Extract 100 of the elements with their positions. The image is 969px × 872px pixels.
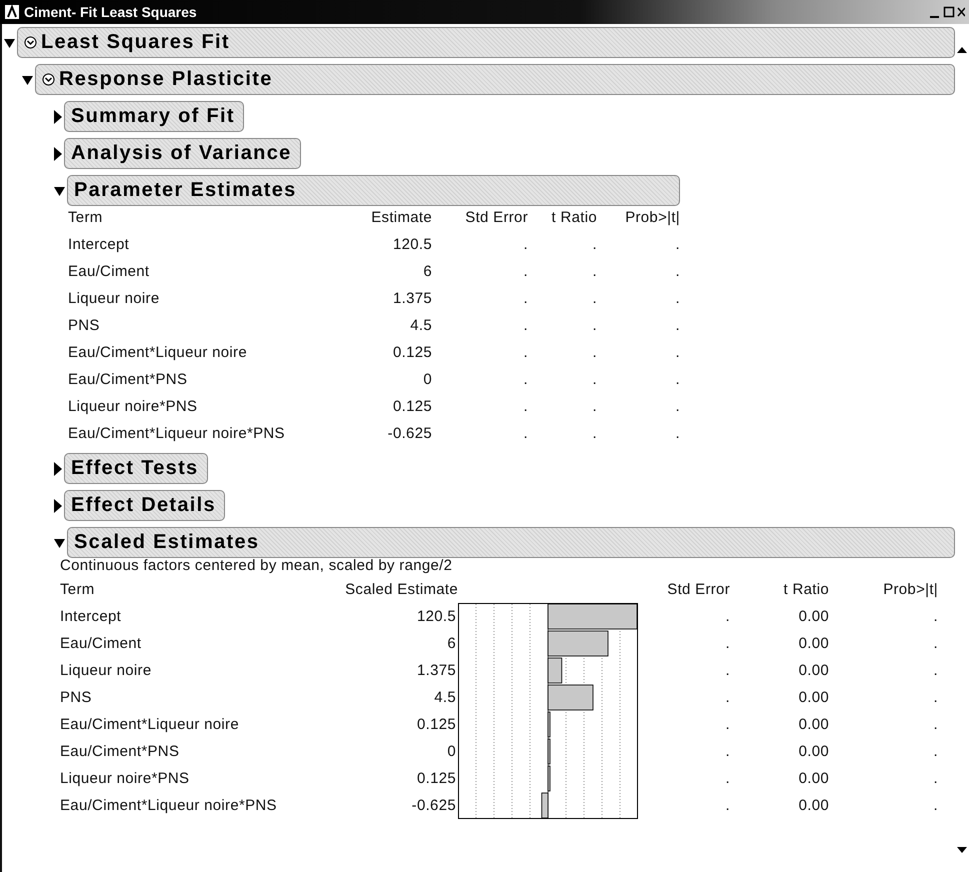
table-cell-text: . [674, 235, 680, 255]
menu-icon[interactable] [42, 73, 55, 86]
app-icon [4, 4, 20, 20]
table-cell-text: 0.125 [416, 715, 457, 735]
outline-header[interactable]: Summary of Fit [64, 101, 244, 132]
collapsed-triangle-icon[interactable] [54, 110, 62, 124]
outline-header[interactable]: Analysis of Variance [64, 138, 301, 169]
table-cell-text: . [592, 397, 597, 417]
table-cell-text: . [724, 742, 730, 762]
table-cell-text: . [592, 424, 597, 444]
table-cell-text: . [932, 796, 938, 816]
collapsed-triangle-icon[interactable] [54, 462, 62, 476]
table-cell-text: . [522, 397, 528, 417]
table-cell-text: . [724, 688, 730, 708]
table-cell-text: 4.5 [433, 688, 457, 708]
table-cell-text: . [674, 262, 680, 282]
table-cell-text: 0.00 [798, 796, 829, 816]
table-cell-text: . [724, 607, 730, 627]
outline-header[interactable]: Response Plasticite [35, 64, 955, 95]
table-cell-text: . [932, 742, 938, 762]
table-cell-text: 1.375 [392, 289, 432, 309]
table-cell-text: Eau/Ciment*PNS [68, 370, 188, 390]
note-text: Continuous factors centered by mean, scaled by range/2 [60, 556, 454, 576]
table-cell-text: 0.00 [798, 634, 829, 654]
table-cell-text: . [522, 289, 528, 309]
outline-header[interactable]: Parameter Estimates [67, 175, 680, 206]
collapsed-triangle-icon[interactable] [54, 498, 62, 512]
table-cell-text: 0.00 [798, 769, 829, 789]
table-cell-text: . [724, 769, 730, 789]
table-cell-text: . [592, 316, 597, 336]
table-cell-text: -0.625 [386, 424, 432, 444]
table-cell-text: . [522, 343, 528, 363]
table-cell-text: . [932, 661, 938, 681]
table-cell-text: Eau/Ciment*Liqueur noire [68, 343, 248, 363]
column-header: Std Error [666, 580, 730, 600]
column-header: Term [60, 580, 96, 600]
table-cell-text: . [674, 343, 680, 363]
table-cell-text: . [674, 424, 680, 444]
table-cell-text: 6 [446, 634, 457, 654]
outline-header[interactable]: Least Squares Fit [17, 27, 955, 58]
table-cell-text: . [592, 370, 597, 390]
table-cell-text: Liqueur noire [68, 289, 160, 309]
menu-icon[interactable] [24, 36, 37, 49]
expanded-triangle-icon[interactable] [4, 38, 15, 48]
table-cell-text: 0.00 [798, 688, 829, 708]
column-header: Term [68, 208, 104, 228]
table-cell-text: . [522, 235, 528, 255]
outline-header[interactable]: Effect Tests [64, 453, 208, 484]
collapsed-triangle-icon[interactable] [54, 146, 62, 160]
table-cell-text: 0.125 [392, 397, 432, 417]
table-cell-text: Liqueur noire*PNS [68, 397, 198, 417]
scroll-down-icon[interactable] [957, 846, 967, 854]
table-cell-text: . [724, 634, 730, 654]
expanded-triangle-icon[interactable] [22, 74, 33, 84]
table-cell-text: . [674, 316, 680, 336]
table-cell-text: 1.375 [416, 661, 457, 681]
table-cell-text: PNS [68, 316, 101, 336]
column-header: Prob>|t| [882, 580, 938, 600]
table-cell-text: . [932, 715, 938, 735]
column-header: t Ratio [782, 580, 829, 600]
table-cell-text: Liqueur noire*PNS [60, 769, 190, 789]
table-cell-text: . [932, 634, 938, 654]
table-cell-text: Intercept [68, 235, 130, 255]
table-cell-text: 0.00 [798, 715, 829, 735]
expanded-triangle-icon[interactable] [54, 186, 65, 196]
table-cell-text: . [522, 424, 528, 444]
table-cell-text: 120.5 [392, 235, 432, 255]
table-cell-text: . [724, 661, 730, 681]
expanded-triangle-icon[interactable] [54, 538, 65, 548]
outline-header[interactable]: Effect Details [64, 490, 225, 521]
window-title: Ciment- Fit Least Squares [24, 4, 198, 20]
table-cell-text: . [724, 715, 730, 735]
table-cell-text: 0.00 [798, 742, 829, 762]
table-cell-text: 0.125 [392, 343, 432, 363]
table-cell-text: . [522, 370, 528, 390]
table-cell-text: . [592, 235, 597, 255]
column-header: Std Error [464, 208, 528, 228]
table-cell-text: . [932, 607, 938, 627]
table-cell-text: . [674, 370, 680, 390]
outline-header[interactable]: Scaled Estimates [67, 527, 955, 558]
table-cell-text: . [592, 262, 597, 282]
table-cell-text: 0 [422, 370, 432, 390]
column-header: Prob>|t| [624, 208, 680, 228]
table-cell-text: Eau/Ciment*Liqueur noire*PNS [60, 796, 278, 816]
table-cell-text: 6 [422, 262, 432, 282]
table-cell-text: Eau/Ciment*PNS [60, 742, 180, 762]
table-cell-text: Liqueur noire [60, 661, 152, 681]
table-cell-text: 0 [446, 742, 457, 762]
close-icon[interactable] [957, 5, 965, 19]
table-cell-text: . [724, 796, 730, 816]
table-cell-text: Eau/Ciment [60, 634, 142, 654]
scroll-up-icon[interactable] [957, 46, 967, 54]
table-cell-text: . [674, 289, 680, 309]
table-cell-text: . [932, 688, 938, 708]
maximize-icon[interactable] [943, 5, 955, 19]
table-cell-text: . [592, 289, 597, 309]
table-cell-text: 120.5 [416, 607, 457, 627]
table-cell-text: 0.00 [798, 607, 829, 627]
table-cell-text: Eau/Ciment*Liqueur noire [60, 715, 240, 735]
table-cell-text: . [522, 316, 528, 336]
